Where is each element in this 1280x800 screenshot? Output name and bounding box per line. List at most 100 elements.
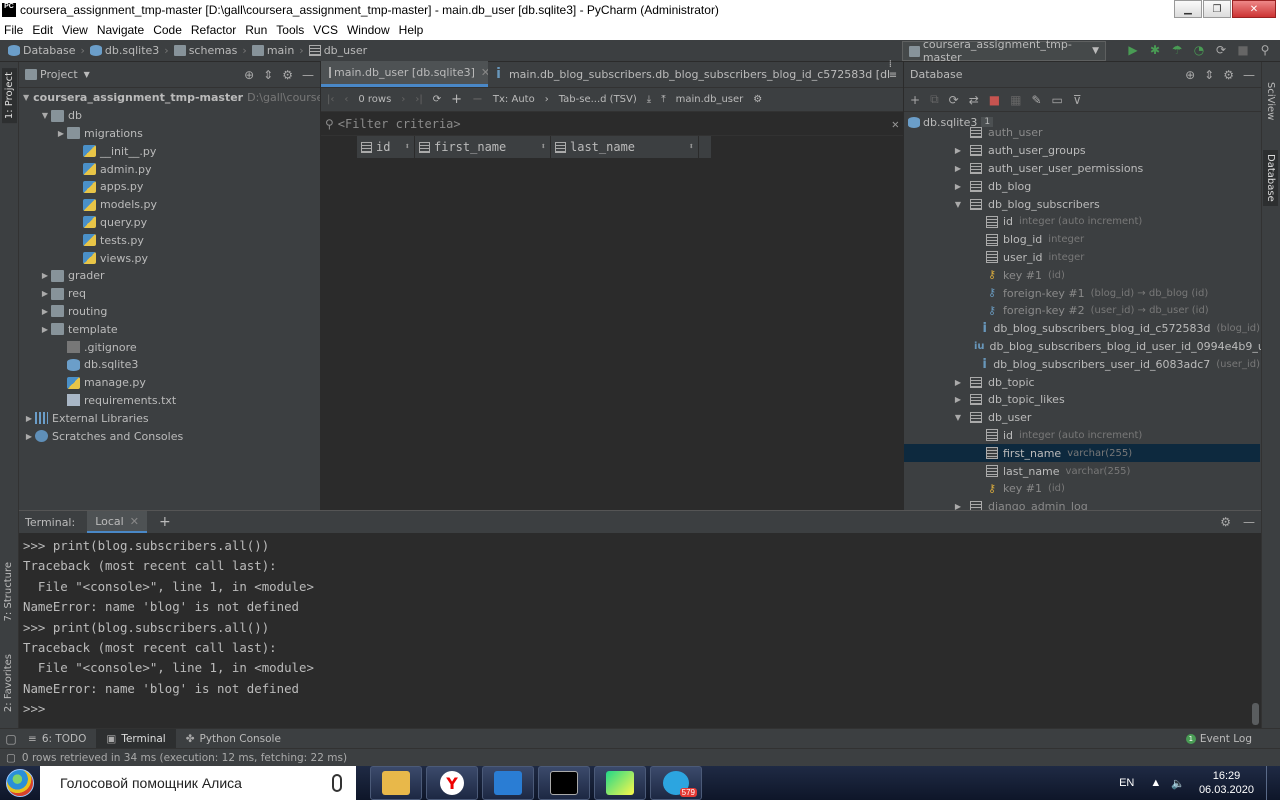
expanded-arrow-icon[interactable]: ▼ — [952, 200, 964, 209]
favorites-tool-tab[interactable]: 2: Favorites — [3, 654, 14, 712]
expanded-arrow-icon[interactable]: ▼ — [39, 111, 51, 120]
tree-item[interactable]: requirements.txt — [19, 392, 320, 410]
build-icon[interactable]: ⟳ — [1214, 43, 1228, 57]
tree-item[interactable]: __init__.py — [19, 142, 320, 160]
console-icon[interactable]: ▭ — [1052, 93, 1063, 107]
tree-item[interactable]: ▶ Scratches and Consoles — [19, 427, 320, 445]
new-session-button[interactable]: + — [159, 514, 171, 530]
microphone-icon[interactable] — [332, 774, 342, 792]
table-icon[interactable]: ▦ — [1010, 93, 1021, 107]
restore-button[interactable]: ❐ — [1203, 0, 1231, 18]
db-tree-item[interactable]: iu db_blog_subscribers_blog_id_user_id_09… — [904, 338, 1261, 356]
terminal-scrollbar[interactable] — [1252, 535, 1259, 725]
sync-icon[interactable]: ⇄ — [969, 93, 979, 107]
tree-item[interactable]: ▶ template — [19, 320, 320, 338]
close-icon[interactable]: ✕ — [130, 515, 139, 528]
menu-refactor[interactable]: Refactor — [191, 23, 236, 37]
profile-icon[interactable]: ◔ — [1192, 43, 1206, 57]
copy-icon[interactable]: ⧉ — [930, 92, 939, 107]
sort-icon[interactable]: ⬍ — [405, 142, 410, 152]
db-tree-item[interactable]: ▶ db_blog — [904, 177, 1260, 195]
menu-tools[interactable]: Tools — [276, 23, 304, 37]
collapse-all-icon[interactable]: ⇕ — [263, 68, 273, 82]
menu-run[interactable]: Run — [245, 23, 267, 37]
commit-icon[interactable]: › — [545, 94, 549, 105]
export-format-select[interactable]: Tab-se...d (TSV) — [559, 94, 637, 105]
db-tree-item[interactable]: ⚷ key #1 (id) — [904, 480, 1260, 498]
first-page-icon[interactable]: |‹ — [327, 94, 334, 105]
tree-item[interactable]: ▶ grader — [19, 267, 320, 285]
db-tree-item[interactable]: ▶ auth_user_groups — [904, 142, 1260, 160]
bottom-tab[interactable]: ▣ Terminal — [96, 728, 176, 749]
run-configuration-select[interactable]: coursera_assignment_tmp-master ▼ — [902, 38, 1106, 64]
collapsed-arrow-icon[interactable]: ▶ — [952, 182, 964, 191]
add-row-icon[interactable]: + — [451, 92, 462, 107]
sort-icon[interactable]: ⬍ — [689, 142, 694, 152]
project-tool-tab[interactable]: 1: Project — [2, 68, 17, 124]
column-header-last_name[interactable]: last_name ⬍ — [551, 136, 699, 158]
db-tree-item[interactable]: ⚷ foreign-key #1 (blog_id) → db_blog (id) — [904, 284, 1260, 302]
column-header-id[interactable]: id ⬍ — [357, 136, 415, 158]
db-tree-item[interactable]: auth_user — [904, 124, 1260, 142]
collapsed-arrow-icon[interactable]: ▶ — [39, 289, 51, 298]
minimize-button[interactable]: ▁ — [1174, 0, 1202, 18]
collapsed-arrow-icon[interactable]: ▶ — [39, 271, 51, 280]
menu-view[interactable]: View — [62, 23, 88, 37]
editor-tab[interactable]: main.db_user [db.sqlite3] ✕ — [321, 61, 489, 87]
tree-item[interactable]: ▶ External Libraries — [19, 409, 320, 427]
tree-item[interactable]: query.py — [19, 214, 320, 232]
menu-vcs[interactable]: VCS — [313, 23, 338, 37]
db-tree-item[interactable]: i db_blog_subscribers_user_id_6083adc7 (us… — [904, 355, 1260, 373]
delete-row-icon[interactable]: − — [472, 92, 483, 107]
gear-icon[interactable]: ⚙ — [753, 94, 762, 105]
alisa-search-box[interactable]: Голосовой помощник Алиса — [40, 766, 356, 800]
stop-icon[interactable]: ■ — [1236, 43, 1250, 57]
tree-item[interactable]: db.sqlite3 — [19, 356, 320, 374]
taskbar-telegram[interactable]: 579 — [650, 766, 702, 800]
locate-icon[interactable]: ⊕ — [244, 68, 254, 82]
database-tool-tab[interactable]: Database — [1263, 150, 1278, 206]
gear-icon[interactable]: ⚙ — [1220, 515, 1231, 529]
collapsed-arrow-icon[interactable]: ▶ — [952, 146, 964, 155]
tree-item[interactable]: views.py — [19, 249, 320, 267]
sort-icon[interactable]: ⬍ — [541, 142, 546, 152]
taskbar-explorer[interactable] — [370, 766, 422, 800]
hide-icon[interactable]: — — [1243, 68, 1255, 82]
tree-item[interactable]: ▶ req — [19, 285, 320, 303]
expanded-arrow-icon[interactable]: ▼ — [23, 93, 29, 102]
db-tree-item[interactable]: i db_blog_subscribers_blog_id_c572583d (bl… — [904, 320, 1260, 338]
menu-edit[interactable]: Edit — [32, 23, 53, 37]
close-window-button[interactable]: ✕ — [1232, 0, 1276, 18]
start-button[interactable] — [0, 766, 40, 800]
tree-item[interactable]: ▼ coursera_assignment_tmp-master D:\gall\c… — [19, 89, 320, 107]
tree-item[interactable]: tests.py — [19, 231, 320, 249]
project-view-select[interactable]: Project — [40, 68, 78, 81]
terminal-tab-local[interactable]: Local ✕ — [87, 511, 147, 533]
import-icon[interactable]: ⤒ — [661, 94, 665, 105]
db-tree-item[interactable]: ▶ db_topic — [904, 373, 1260, 391]
column-header-first_name[interactable]: first_name ⬍ — [415, 136, 551, 158]
expanded-arrow-icon[interactable]: ▼ — [952, 413, 964, 422]
gear-icon[interactable]: ⚙ — [1223, 68, 1234, 82]
language-indicator[interactable]: EN — [1119, 777, 1134, 789]
next-page-icon[interactable]: › — [401, 94, 405, 105]
breadcrumb-item[interactable]: db.sqlite3 — [105, 44, 159, 57]
db-tree-item[interactable]: id integer (auto increment) — [904, 427, 1260, 445]
hide-icon[interactable]: — — [1243, 515, 1255, 529]
collapsed-arrow-icon[interactable]: ▶ — [23, 432, 35, 441]
edit-icon[interactable]: ✎ — [1031, 93, 1041, 107]
clock[interactable]: 16:29 06.03.2020 — [1199, 769, 1254, 797]
tree-item[interactable]: .gitignore — [19, 338, 320, 356]
tree-item[interactable]: ▶ routing — [19, 303, 320, 321]
terminal-output[interactable]: >>> print(blog.subscribers.all()) Traceba… — [19, 533, 1261, 723]
collapse-all-icon[interactable]: ⇕ — [1204, 68, 1214, 82]
tree-item[interactable]: ▶ migrations — [19, 125, 320, 143]
locate-icon[interactable]: ⊕ — [1185, 68, 1195, 82]
bottom-tab[interactable]: ✤ Python Console — [176, 729, 291, 749]
breadcrumb-item[interactable]: Database — [23, 44, 76, 57]
db-tree-item[interactable]: id integer (auto increment) — [904, 213, 1260, 231]
collapsed-arrow-icon[interactable]: ▶ — [39, 325, 51, 334]
taskbar-cmd[interactable] — [538, 766, 590, 800]
close-tab-icon[interactable]: ✕ — [481, 66, 488, 79]
collapsed-arrow-icon[interactable]: ▶ — [952, 502, 964, 510]
